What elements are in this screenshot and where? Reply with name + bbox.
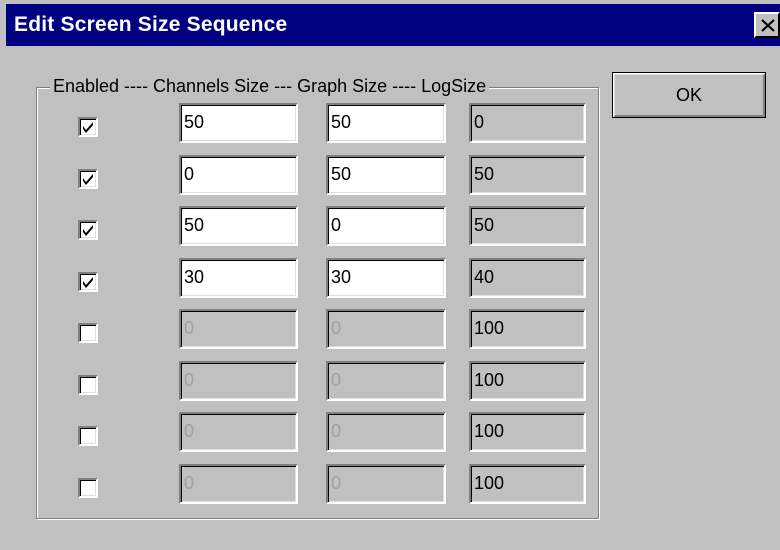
sequence-row: 0 0 100: [0, 309, 600, 349]
enabled-checkbox[interactable]: [78, 220, 98, 240]
title-bar: Edit Screen Size Sequence: [6, 4, 780, 46]
checkmark-icon: [83, 277, 93, 288]
graph-size-field: 0: [326, 309, 446, 349]
ok-button[interactable]: OK: [612, 72, 766, 118]
graph-size-field: 0: [326, 464, 446, 504]
log-size-field: 100: [469, 412, 586, 452]
graph-size-field[interactable]: 50: [326, 103, 446, 143]
graph-size-field: 0: [326, 412, 446, 452]
size-sequence-group: [36, 87, 599, 519]
log-size-field: 50: [469, 155, 586, 195]
channels-size-field[interactable]: 50: [179, 103, 298, 143]
graph-size-field[interactable]: 50: [326, 155, 446, 195]
close-icon: [761, 19, 775, 32]
graph-size-field: 0: [326, 361, 446, 401]
sequence-row: 0 0 100: [0, 412, 600, 452]
checkmark-icon: [83, 225, 93, 236]
enabled-checkbox[interactable]: [78, 272, 98, 292]
channels-size-field[interactable]: 30: [179, 258, 298, 298]
enabled-checkbox[interactable]: [78, 478, 98, 498]
sequence-row: 0 0 100: [0, 464, 600, 504]
channels-size-field: 0: [179, 361, 298, 401]
channels-size-field: 0: [179, 464, 298, 504]
channels-size-field: 0: [179, 309, 298, 349]
log-size-field: 100: [469, 361, 586, 401]
sequence-row: 0 0 100: [0, 361, 600, 401]
sequence-row: 50 0 50: [0, 206, 600, 246]
log-size-field: 40: [469, 258, 586, 298]
channels-size-field[interactable]: 0: [179, 155, 298, 195]
log-size-field: 100: [469, 464, 586, 504]
close-button[interactable]: [754, 12, 780, 38]
window-title: Edit Screen Size Sequence: [14, 13, 288, 36]
graph-size-field[interactable]: 0: [326, 206, 446, 246]
checkmark-icon: [83, 122, 93, 133]
graph-size-field[interactable]: 30: [326, 258, 446, 298]
channels-size-field[interactable]: 50: [179, 206, 298, 246]
log-size-field: 100: [469, 309, 586, 349]
log-size-field: 0: [469, 103, 586, 143]
sequence-row: 0 50 50: [0, 155, 600, 195]
enabled-checkbox[interactable]: [78, 117, 98, 137]
enabled-checkbox[interactable]: [78, 323, 98, 343]
enabled-checkbox[interactable]: [78, 426, 98, 446]
checkmark-icon: [83, 174, 93, 185]
log-size-field: 50: [469, 206, 586, 246]
enabled-checkbox[interactable]: [78, 375, 98, 395]
enabled-checkbox[interactable]: [78, 169, 98, 189]
sequence-row: 30 30 40: [0, 258, 600, 298]
group-legend: Enabled ---- Channels Size --- Graph Siz…: [50, 75, 490, 97]
channels-size-field: 0: [179, 412, 298, 452]
sequence-row: 50 50 0: [0, 103, 600, 143]
